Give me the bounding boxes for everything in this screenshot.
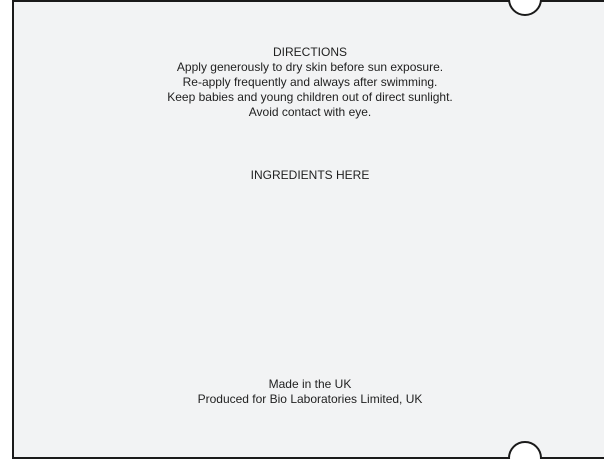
directions-line: Keep babies and young children out of di…	[167, 90, 453, 104]
directions-heading: DIRECTIONS	[272, 45, 347, 59]
bottom-notch-cutout	[508, 441, 542, 459]
made-in-text: Made in the UK	[268, 377, 352, 391]
directions-line: Apply generously to dry skin before sun …	[176, 60, 444, 74]
origin-section: Made in the UK Produced for Bio Laborato…	[14, 377, 604, 407]
ingredients-section: INGREDIENTS HERE	[14, 168, 604, 183]
directions-line: Avoid contact with eye.	[248, 105, 372, 119]
produced-for-text: Produced for Bio Laboratories Limited, U…	[197, 392, 423, 406]
ingredients-placeholder: INGREDIENTS HERE	[250, 168, 370, 182]
directions-line: Re-apply frequently and always after swi…	[182, 75, 438, 89]
directions-section: DIRECTIONS Apply generously to dry skin …	[14, 45, 604, 120]
label-artboard: DIRECTIONS Apply generously to dry skin …	[0, 0, 604, 459]
top-notch-cutout	[508, 0, 542, 16]
label-panel: DIRECTIONS Apply generously to dry skin …	[12, 0, 604, 459]
